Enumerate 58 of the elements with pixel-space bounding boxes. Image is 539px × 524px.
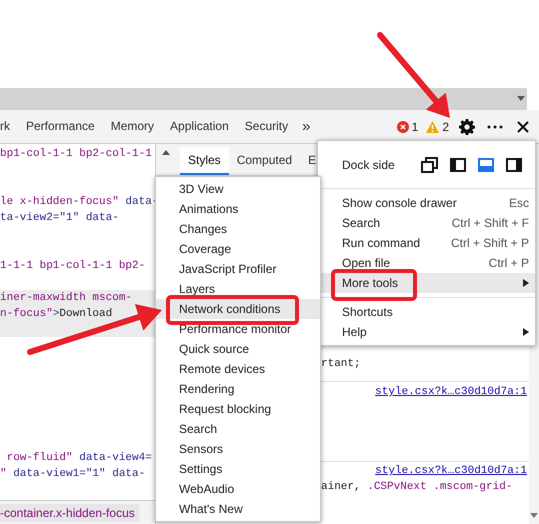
panel-tab[interactable]: rk [0, 110, 18, 143]
shortcut-text: Ctrl + P [488, 256, 529, 270]
code-line: ta-view2="1" data- [0, 211, 120, 226]
more-options-icon[interactable] [487, 124, 503, 128]
code-line: row-fluid" data-view4= [6, 451, 153, 466]
css-selector: ainer, .CSPvNext .mscom-grid- [321, 480, 512, 495]
close-icon[interactable] [517, 120, 529, 132]
menu-item[interactable]: JavaScript Profiler [156, 259, 320, 279]
panel-tab[interactable]: Security [236, 110, 296, 143]
menu-item[interactable]: Search Ctrl + Shift + F [318, 213, 535, 233]
error-icon [396, 120, 409, 132]
menu-item[interactable]: Performance monitor [156, 319, 320, 339]
styles-tab[interactable]: Computed [228, 147, 300, 175]
menu-item[interactable]: Search [156, 419, 320, 439]
menu-item[interactable]: Settings [156, 459, 320, 479]
menu-item[interactable]: Show console drawer Esc [318, 193, 535, 213]
menu-item[interactable]: Coverage [156, 239, 320, 259]
menu-item[interactable]: WebAudio [156, 479, 320, 499]
menu-item[interactable]: Layers [156, 279, 320, 299]
shortcut-text: Ctrl + Shift + P [450, 236, 529, 250]
scroll-down-icon[interactable] [517, 96, 525, 101]
menu-item[interactable]: Shortcuts [318, 302, 535, 322]
menu-item[interactable]: Request blocking [156, 399, 320, 419]
source-link[interactable]: style.csx?k…c30d10d7a:1 [375, 463, 527, 479]
panel-tab[interactable]: Performance [18, 110, 103, 143]
css-declaration: rtant; [321, 358, 361, 370]
breadcrumb[interactable]: -container.x-hidden-focus [0, 504, 139, 522]
menu-item[interactable]: More tools [318, 273, 535, 293]
panel-tab[interactable]: Application [162, 110, 237, 143]
menu-item[interactable]: Quick source [156, 339, 320, 359]
menu-item[interactable]: Help [318, 322, 535, 342]
code-line: 1-1-1 bp1-col-1-1 bp2- [0, 259, 146, 274]
panel-tab[interactable]: Memory [102, 110, 162, 143]
code-line: le x-hidden-focus" data- [0, 195, 155, 210]
shortcut-text: Esc [508, 196, 529, 210]
menu-item[interactable]: Open file Ctrl + P [318, 253, 535, 273]
scroll-up-icon[interactable] [162, 150, 170, 155]
error-count[interactable]: 1 [412, 120, 418, 134]
settings-icon[interactable] [459, 118, 475, 134]
source-link[interactable]: style.csx?k…c30d10d7a:1 [375, 384, 527, 400]
styles-tab[interactable]: Styles [180, 147, 229, 175]
menu-item[interactable]: Network conditions [156, 299, 320, 319]
menu-item[interactable]: What's New [156, 499, 320, 519]
code-line: bp1-col-1-1 bp2-col-1-1 [0, 147, 153, 162]
warning-icon [426, 120, 440, 132]
warning-count[interactable]: 2 [442, 120, 449, 134]
scroll-down-icon[interactable] [530, 513, 538, 518]
menu-item[interactable]: Sensors [156, 439, 320, 459]
menu-item[interactable]: 3D View [156, 179, 320, 199]
code-line: " data-view1="1" data- [0, 467, 146, 482]
menu-item[interactable]: Rendering [156, 379, 320, 399]
shortcut-text: Ctrl + Shift + F [452, 216, 529, 230]
more-tabs-button[interactable]: » [302, 118, 310, 135]
menu-item[interactable]: Remote devices [156, 359, 320, 379]
menu-item[interactable]: Changes [156, 219, 320, 239]
menu-label: Dock side [342, 158, 396, 172]
menu-item[interactable]: Animations [156, 199, 320, 219]
menu-item[interactable]: Run command Ctrl + Shift + P [318, 233, 535, 253]
